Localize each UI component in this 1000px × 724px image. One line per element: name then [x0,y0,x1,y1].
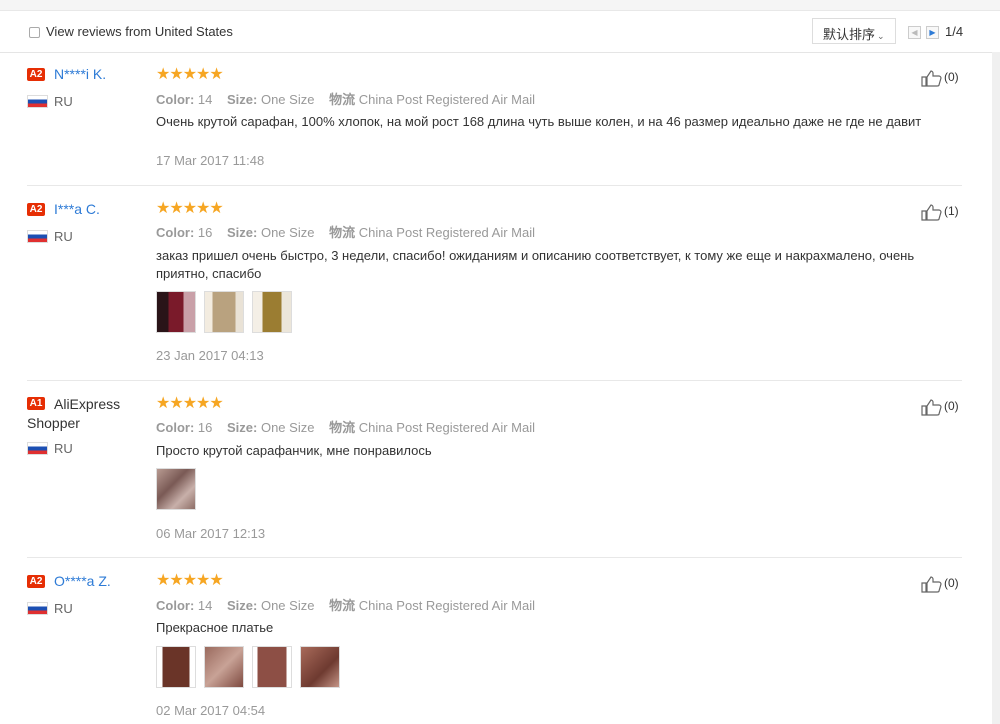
sort-dropdown[interactable]: 默认排序 ⌄ [812,18,896,44]
us-filter-checkbox[interactable] [29,27,40,38]
page-indicator: 1/4 [945,24,964,39]
chevron-down-icon: ⌄ [877,31,885,41]
helpful-button[interactable]: (0) [921,398,959,416]
reviewer-country: RU [54,229,73,244]
star-rating: ★★★★★ [156,572,224,589]
helpful-button[interactable]: (0) [921,575,959,593]
review-text: Очень крутой сарафан, 100% хлопок, на мо… [156,114,922,129]
russia-flag-icon [27,602,48,615]
divider [27,380,962,381]
scrollbar[interactable] [992,52,1000,724]
review-date: 06 Mar 2017 12:13 [156,526,266,541]
next-page-button[interactable]: ▶ [926,26,939,39]
thumbs-up-icon [921,399,942,416]
russia-flag-icon [27,230,48,243]
russia-flag-icon [27,95,48,108]
reviewer-name[interactable]: I***a C. [54,201,100,217]
reviewer-name[interactable]: N****i K. [54,66,106,82]
helpful-button[interactable]: (0) [921,69,959,87]
review-photo[interactable] [252,646,292,688]
divider [27,185,962,186]
review-toolbar: View reviews from United States 默认排序 ⌄ ◀ … [0,10,1000,53]
review-date: 02 Mar 2017 04:54 [156,703,266,718]
order-info: Color: 14 Size: One Size 物流 China Post R… [156,92,536,107]
review-text: заказ пришел очень быстро, 3 недели, спа… [156,248,915,281]
buyer-level-badge: A2 [27,203,45,216]
us-filter-label[interactable]: View reviews from United States [46,24,233,39]
thumbs-up-icon [921,576,942,593]
star-rating: ★★★★★ [156,66,224,83]
star-rating: ★★★★★ [156,200,224,217]
order-info: Color: 14 Size: One Size 物流 China Post R… [156,598,536,613]
sort-label: 默认排序 [823,27,876,42]
thumbs-up-icon [921,204,942,221]
review-date: 17 Mar 2017 11:48 [156,153,265,168]
reviewer-name[interactable]: AliExpress Shopper [27,395,137,433]
review-photo[interactable] [252,291,292,333]
review-photo[interactable] [300,646,340,688]
russia-flag-icon [27,442,48,455]
order-info: Color: 16 Size: One Size 物流 China Post R… [156,225,536,240]
review-photo[interactable] [204,291,244,333]
review-photo[interactable] [204,646,244,688]
prev-page-button[interactable]: ◀ [908,26,921,39]
review-photo[interactable] [156,646,196,688]
thumbs-up-icon [921,70,942,87]
review-text: Просто крутой сарафанчик, мне понравилос… [156,443,432,458]
reviewer-name[interactable]: O****a Z. [54,573,111,589]
buyer-level-badge: A2 [27,575,45,588]
review-photo[interactable] [156,468,196,510]
helpful-button[interactable]: (1) [921,203,959,221]
star-rating: ★★★★★ [156,395,224,412]
buyer-level-badge: A2 [27,68,45,81]
review-date: 23 Jan 2017 04:13 [156,348,264,363]
review-text: Прекрасное платье [156,620,274,635]
review-photo[interactable] [156,291,196,333]
reviewer-country: RU [54,94,73,109]
divider [27,557,962,558]
reviewer-country: RU [54,601,73,616]
order-info: Color: 16 Size: One Size 物流 China Post R… [156,420,536,435]
reviewer-country: RU [54,441,73,456]
